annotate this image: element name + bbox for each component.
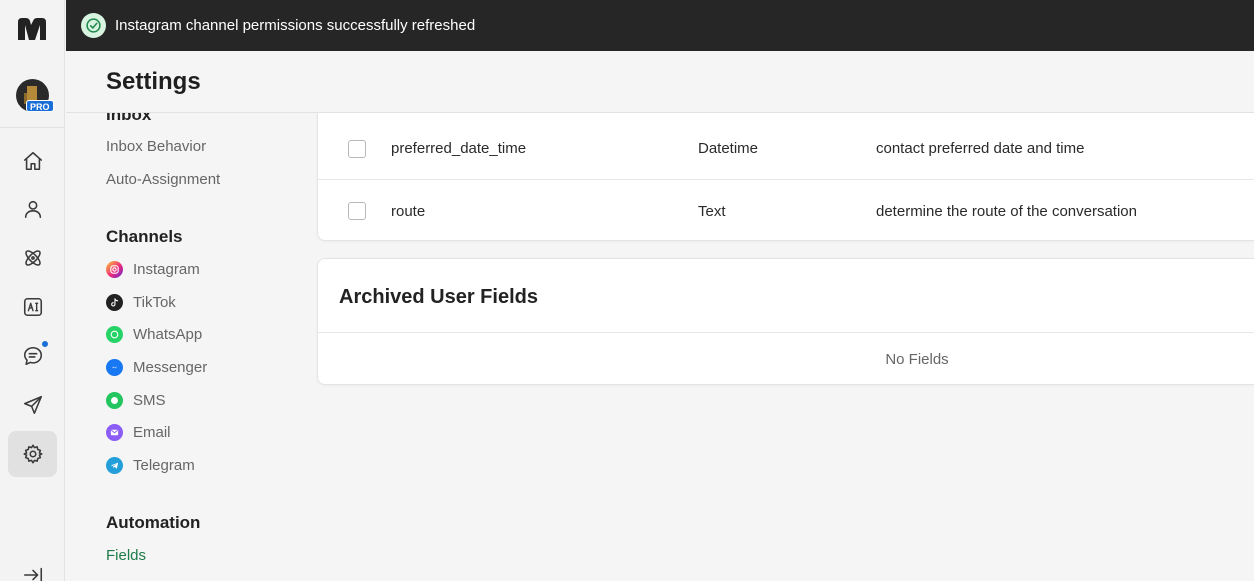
nav-item-inbox-behavior[interactable]: Inbox Behavior: [106, 138, 206, 155]
gear-icon: [23, 444, 42, 464]
empty-state-text: No Fields: [885, 351, 949, 368]
nav-item-messenger[interactable]: Messenger: [106, 359, 207, 376]
nav-item-label: Messenger: [133, 359, 208, 376]
row-checkbox[interactable]: [348, 202, 366, 220]
nav-item-telegram[interactable]: Telegram: [106, 457, 195, 474]
tiktok-icon: [106, 294, 123, 311]
nav-item-label: TikTok: [133, 294, 176, 311]
field-description: contact preferred date and time: [876, 140, 1085, 157]
email-icon: [106, 424, 123, 441]
collapse-icon: [23, 567, 42, 581]
nav-section-inbox: Inbox: [106, 113, 152, 124]
success-toast: Instagram channel permissions successful…: [66, 0, 1254, 51]
nav-item-fields[interactable]: Fields: [106, 547, 146, 564]
rail-inbox-button[interactable]: [8, 333, 57, 379]
rail-settings-button[interactable]: [8, 431, 57, 477]
nav-section-automation: Automation: [106, 513, 201, 532]
toast-message: Instagram channel permissions successful…: [115, 17, 476, 34]
instagram-icon: [106, 261, 123, 278]
telegram-icon: [106, 457, 123, 474]
field-name: preferred_date_time: [391, 140, 527, 157]
send-icon: [23, 395, 42, 415]
rail-ai-button[interactable]: [8, 284, 57, 330]
rail-broadcast-button[interactable]: [8, 382, 57, 428]
page-header: Settings: [66, 51, 1254, 113]
row-checkbox[interactable]: [348, 139, 366, 158]
divider: [318, 332, 1254, 333]
table-row[interactable]: route Text determine the route of the co…: [318, 180, 1254, 242]
nav-section-channels: Channels: [106, 227, 183, 246]
nav-item-whatsapp[interactable]: WhatsApp: [106, 326, 202, 343]
page-title: Settings: [106, 68, 201, 95]
rail-integrations-button[interactable]: [8, 235, 57, 281]
rail-home-button[interactable]: [8, 138, 57, 184]
settings-nav: Inbox Inbox Behavior Auto-Assignment Cha…: [66, 113, 316, 581]
field-name: route: [391, 202, 426, 220]
check-circle-icon: [81, 13, 106, 38]
field-type: Datetime: [698, 140, 759, 157]
app-logo[interactable]: [0, 0, 65, 58]
archived-fields-title: Archived User Fields: [339, 286, 538, 308]
nav-item-label: Email: [133, 424, 171, 441]
nav-item-tiktok[interactable]: TikTok: [106, 294, 176, 311]
nav-item-auto-assignment[interactable]: Auto-Assignment: [106, 171, 220, 188]
nav-item-label: WhatsApp: [133, 326, 203, 343]
field-description: determine the route of the conversation: [876, 202, 1137, 220]
archived-fields-card: Archived User Fields No Fields: [317, 258, 1254, 385]
sms-icon: [106, 392, 123, 409]
whatsapp-icon: [106, 326, 123, 343]
ai-icon: [23, 297, 42, 317]
nav-item-label: SMS: [133, 392, 166, 409]
rail-contacts-button[interactable]: [8, 186, 57, 232]
icon-rail: PRO: [0, 0, 65, 581]
nav-item-sms[interactable]: SMS: [106, 392, 166, 409]
home-icon: [23, 151, 42, 171]
nav-item-instagram[interactable]: Instagram: [106, 261, 200, 278]
nav-item-email[interactable]: Email: [106, 424, 171, 441]
nav-item-label: Instagram: [133, 261, 200, 278]
field-type: Text: [698, 202, 726, 220]
pro-badge: PRO: [26, 100, 54, 112]
logo-mark: [17, 18, 46, 40]
chat-icon: [23, 346, 42, 366]
notification-dot: [42, 341, 48, 347]
nav-item-label: Telegram: [133, 457, 195, 474]
table-row[interactable]: preferred_date_time Datetime contact pre…: [318, 118, 1254, 180]
messenger-icon: [106, 359, 123, 376]
user-fields-table: preferred_date_time Datetime contact pre…: [317, 113, 1254, 241]
avatar[interactable]: PRO: [16, 79, 54, 112]
user-icon: [24, 200, 41, 219]
rail-divider: [0, 127, 65, 128]
atom-icon: [24, 250, 41, 266]
rail-collapse-button[interactable]: [8, 558, 57, 581]
